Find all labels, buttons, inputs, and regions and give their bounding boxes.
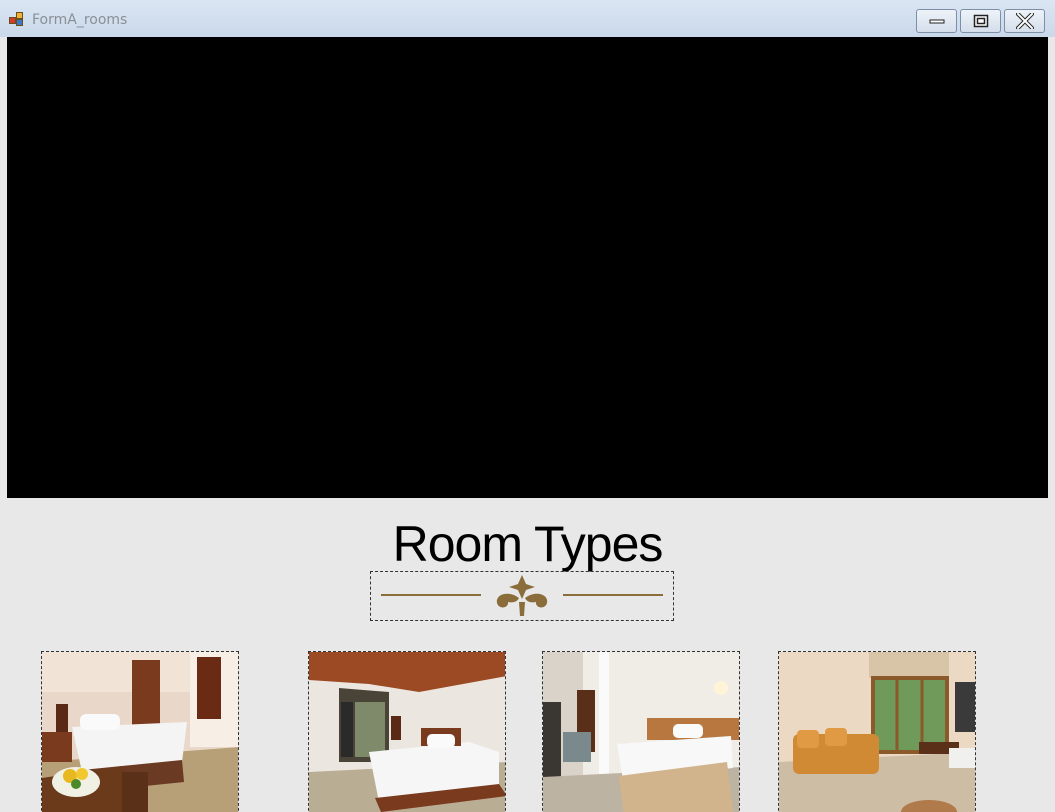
- maximize-button[interactable]: [960, 9, 1001, 33]
- window-title: FormA_rooms: [32, 12, 128, 28]
- close-icon: [1015, 13, 1034, 29]
- minimize-icon: [929, 19, 944, 24]
- bedroom-photo-icon: [309, 652, 505, 812]
- room-image-2[interactable]: [308, 651, 506, 812]
- room-image-1[interactable]: [41, 651, 239, 812]
- fleur-de-lis-divider-icon: [381, 575, 663, 616]
- bedroom-photo-icon: [42, 652, 238, 812]
- page-title: Room Types: [392, 516, 664, 572]
- title-bar[interactable]: FormA_rooms: [0, 0, 1055, 37]
- restore-icon: [973, 14, 988, 28]
- room-image-4[interactable]: [778, 651, 976, 812]
- living-room-photo-icon: [779, 652, 975, 812]
- close-button[interactable]: [1004, 9, 1045, 33]
- minimize-button[interactable]: [916, 9, 957, 33]
- ornament-divider: [370, 571, 674, 621]
- video-player-panel[interactable]: [7, 37, 1048, 498]
- bedroom-photo-icon: [543, 652, 739, 812]
- room-image-3[interactable]: [542, 651, 740, 812]
- app-icon: [9, 12, 25, 28]
